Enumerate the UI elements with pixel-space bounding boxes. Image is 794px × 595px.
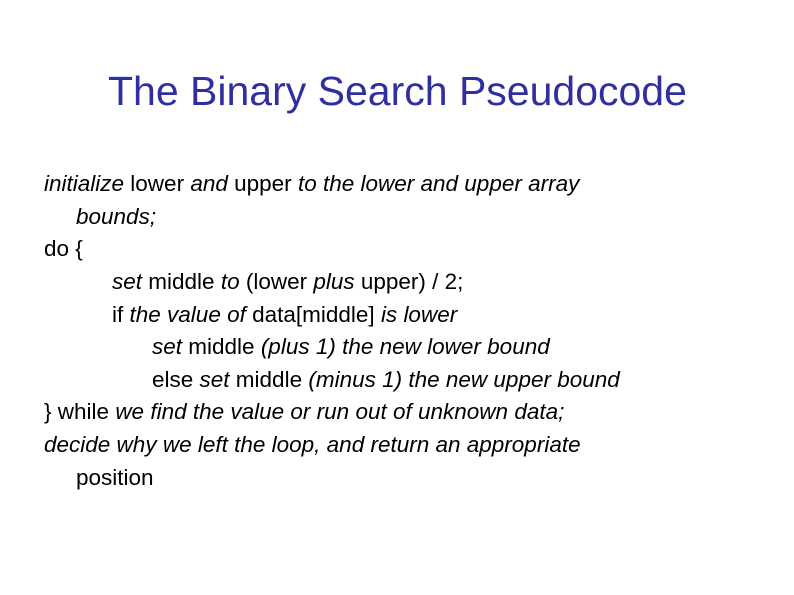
- txt: middle: [230, 367, 309, 392]
- pseudocode-line-10: position: [44, 462, 750, 495]
- slide-title: The Binary Search Pseudocode: [108, 68, 764, 115]
- txt-ital: (minus 1) the new upper bound: [308, 367, 619, 392]
- txt: data[middle]: [252, 302, 381, 327]
- pseudocode-line-9: decide why we left the loop, and return …: [44, 429, 750, 462]
- pseudocode-line-5: if the value of data[middle] is lower: [44, 299, 750, 332]
- kw-and: and: [190, 171, 228, 196]
- txt: middle: [142, 269, 221, 294]
- kw-set: set: [152, 334, 182, 359]
- txt: (lower: [240, 269, 314, 294]
- slide: The Binary Search Pseudocode initialize …: [0, 0, 794, 595]
- txt-ital: is lower: [381, 302, 457, 327]
- txt: upper) / 2;: [355, 269, 464, 294]
- pseudocode-body: initialize lower and upper to the lower …: [44, 168, 750, 494]
- kw-plus: plus: [313, 269, 354, 294]
- kw-initialize: initialize: [44, 171, 124, 196]
- txt-ital: bounds;: [76, 204, 156, 229]
- txt: }: [44, 399, 58, 424]
- txt-ital: to the lower and upper array: [298, 171, 579, 196]
- pseudocode-line-2: bounds;: [44, 201, 750, 234]
- pseudocode-line-6: set middle (plus 1) the new lower bound: [44, 331, 750, 364]
- txt: upper: [228, 171, 298, 196]
- pseudocode-line-3: do {: [44, 233, 750, 266]
- pseudocode-line-1: initialize lower and upper to the lower …: [44, 168, 750, 201]
- kw-if: if: [112, 302, 130, 327]
- kw-else: else: [152, 367, 200, 392]
- kw-to: to: [221, 269, 240, 294]
- txt-ital: decide why we left the loop, and return …: [44, 432, 581, 457]
- txt-ital: (plus 1) the new lower bound: [261, 334, 550, 359]
- txt: do {: [44, 236, 83, 261]
- txt-ital: the value of: [130, 302, 253, 327]
- pseudocode-line-7: else set middle (minus 1) the new upper …: [44, 364, 750, 397]
- pseudocode-line-8: } while we find the value or run out of …: [44, 396, 750, 429]
- kw-set: set: [200, 367, 230, 392]
- txt: middle: [182, 334, 261, 359]
- txt: position: [76, 465, 154, 490]
- pseudocode-line-4: set middle to (lower plus upper) / 2;: [44, 266, 750, 299]
- kw-while: while: [58, 399, 116, 424]
- txt: lower: [124, 171, 190, 196]
- kw-set: set: [112, 269, 142, 294]
- txt-ital: we find the value or run out of unknown …: [115, 399, 564, 424]
